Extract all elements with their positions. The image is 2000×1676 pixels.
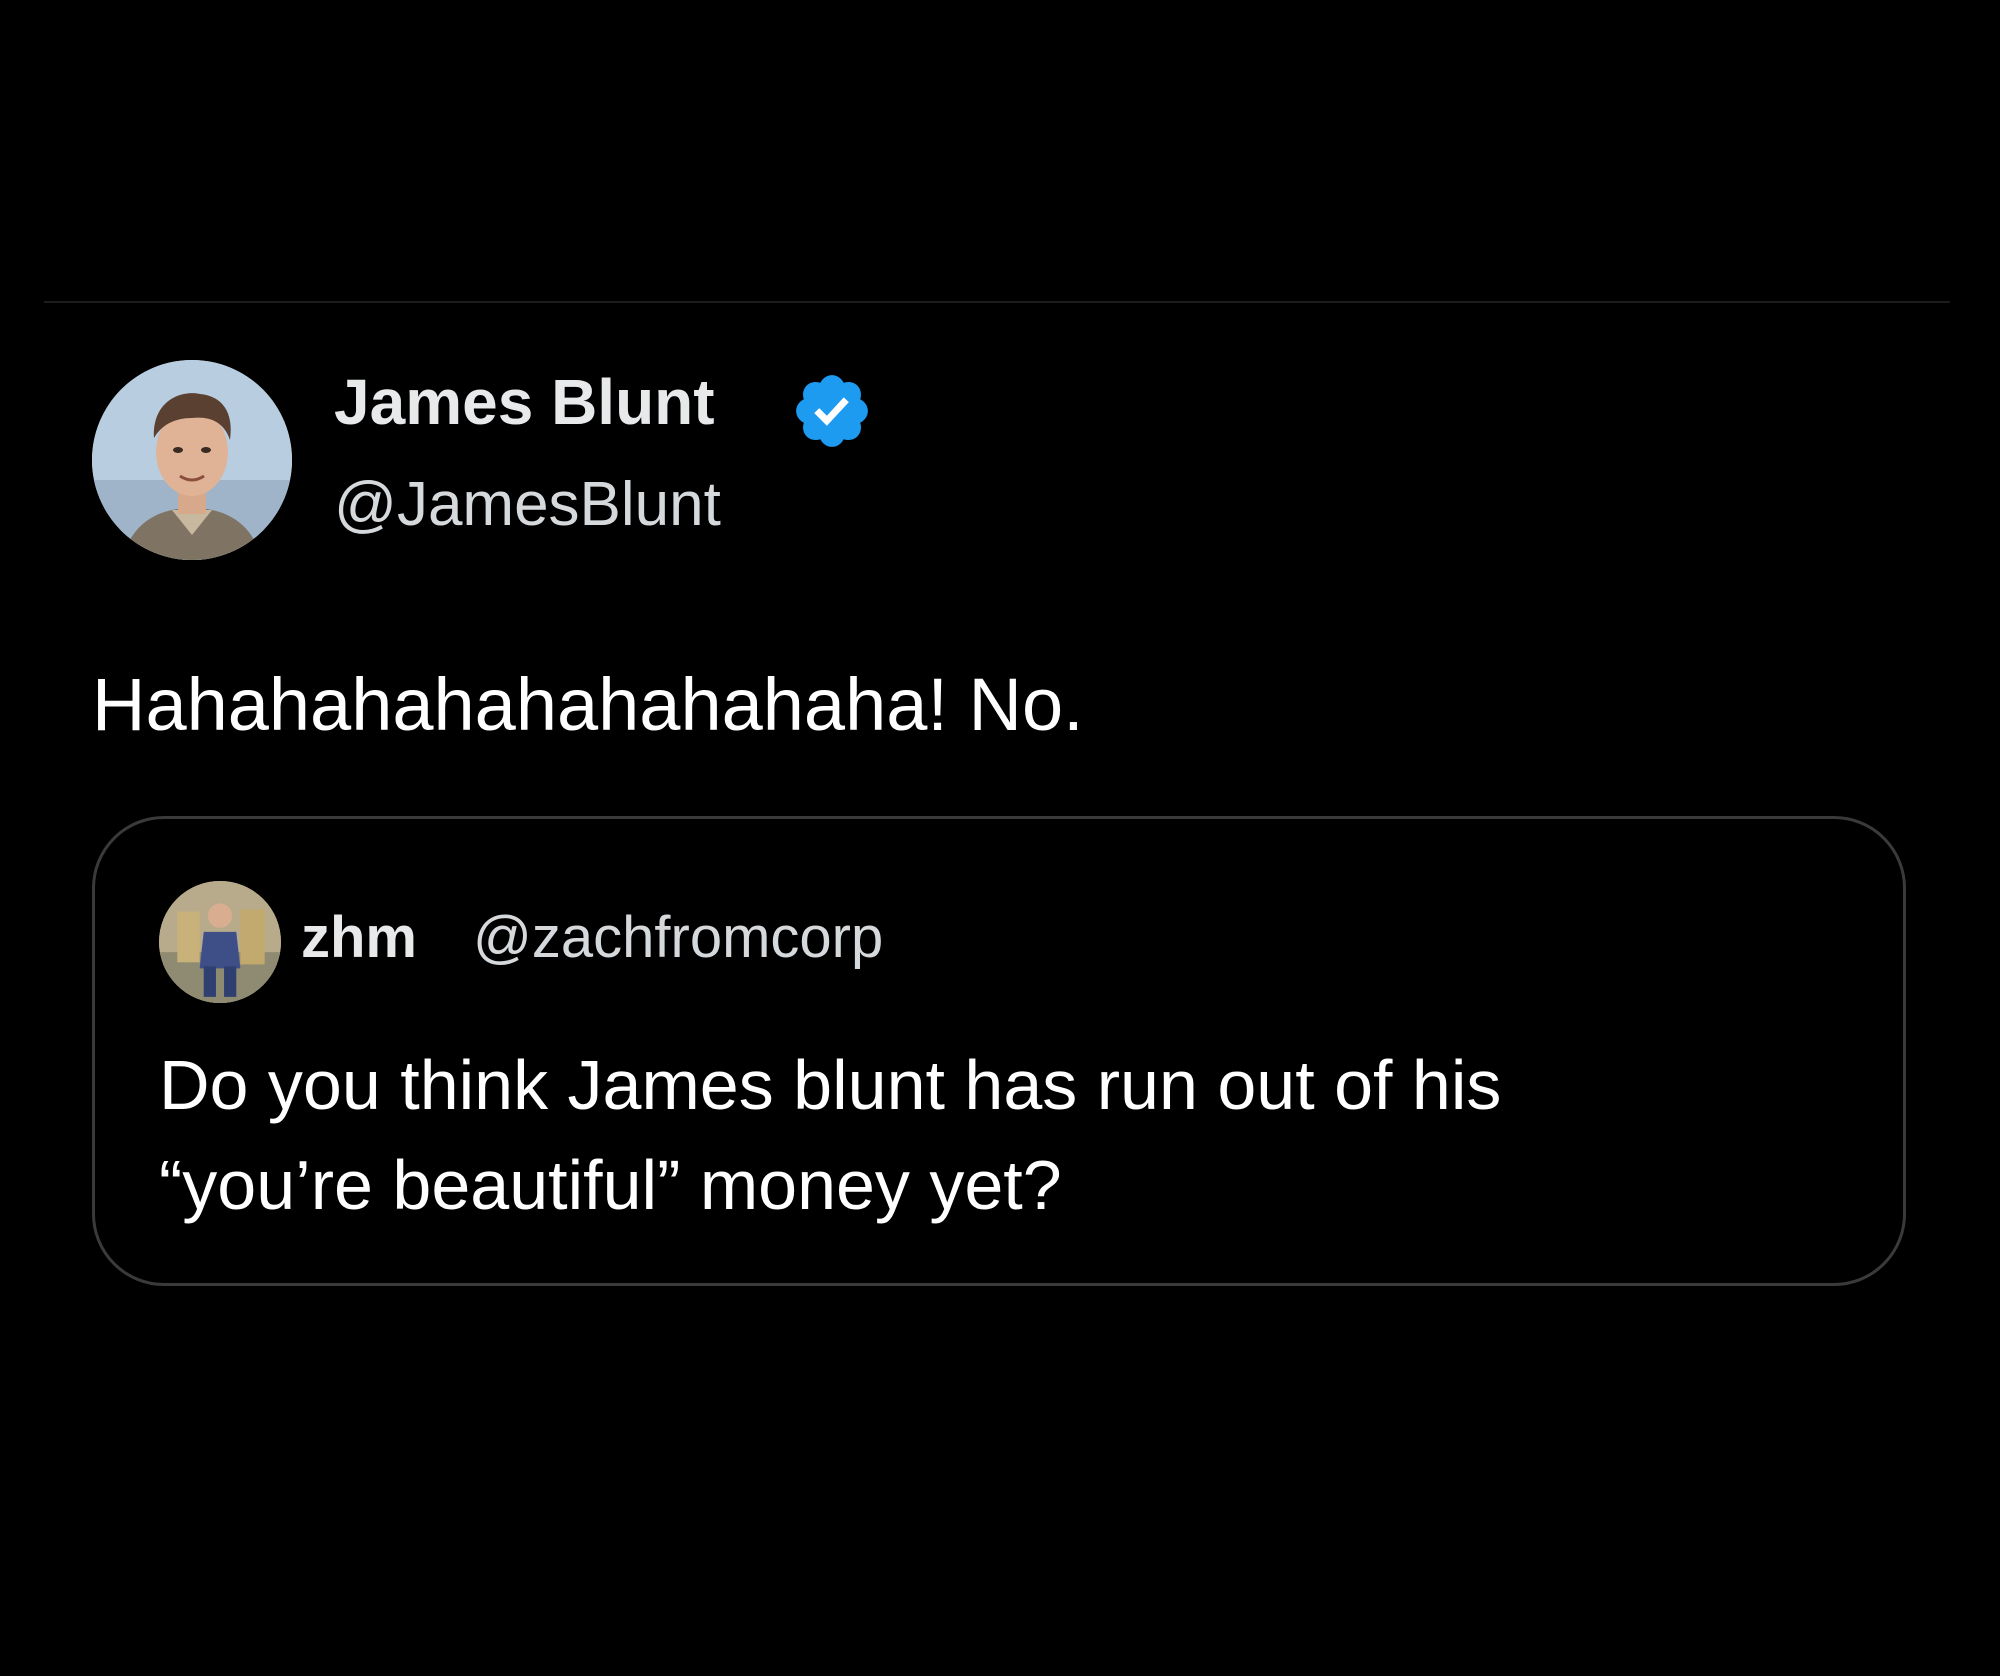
- quoted-tweet-text-line: “you’re beautiful” money yet?: [159, 1146, 1062, 1224]
- author-display-name[interactable]: James Blunt: [334, 370, 715, 434]
- author-avatar[interactable]: [92, 360, 292, 560]
- tweet: James Blunt @JamesBlunt Hahahahahahahaha…: [0, 0, 2000, 1676]
- author-handle[interactable]: @JamesBlunt: [334, 474, 721, 536]
- quoted-author-display-name[interactable]: zhm: [301, 909, 417, 967]
- verified-badge-icon: [796, 375, 868, 447]
- quoted-tweet-card[interactable]: zhm @zachfromcorp Do you think James blu…: [92, 816, 1906, 1286]
- quoted-tweet-text: Do you think James blunt has run out of …: [159, 1035, 1859, 1235]
- profile-photo-icon: [92, 360, 292, 560]
- quoted-tweet-text-line: Do you think James blunt has run out of …: [159, 1046, 1502, 1124]
- quoted-author-handle[interactable]: @zachfromcorp: [473, 909, 883, 967]
- profile-photo-icon: [159, 881, 281, 1003]
- quoted-author-avatar[interactable]: [159, 881, 281, 1003]
- tweet-text: Hahahahahahahahahaha! No.: [92, 663, 1084, 746]
